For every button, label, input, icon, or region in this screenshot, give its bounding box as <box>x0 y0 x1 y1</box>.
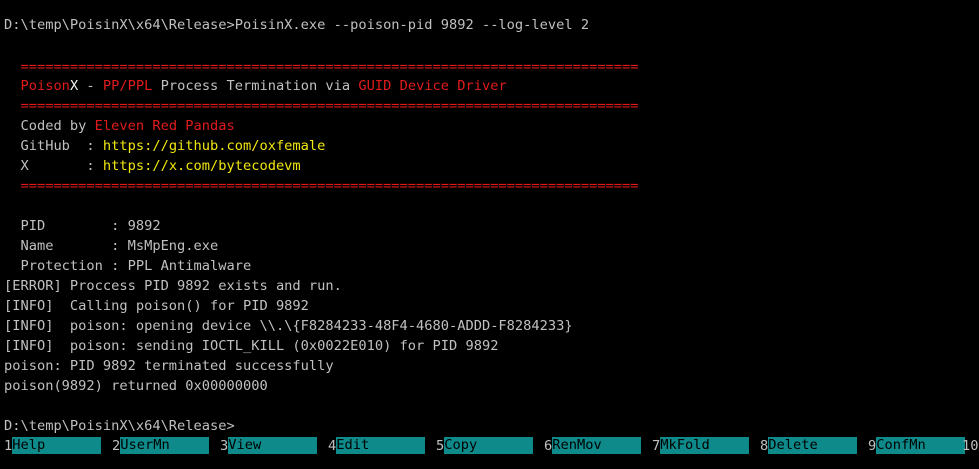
banner-rule-mid: ========================================… <box>4 98 639 114</box>
f9-confmn-key[interactable]: 9ConfMn <box>868 436 966 456</box>
x-line: X : https://x.com/bytecodevm <box>4 156 301 176</box>
f7-mkfold-key[interactable]: 7MkFold <box>652 436 750 456</box>
key-label: UserMn <box>120 437 210 454</box>
log-line: poison(9892) returned 0x00000000 <box>4 378 268 394</box>
banner-guid-driver: GUID Device Driver <box>358 78 507 94</box>
x-label: X : <box>4 158 103 174</box>
github-line: GitHub : https://github.com/oxfemale <box>4 136 325 156</box>
x-link: https://x.com/bytecodevm <box>102 158 301 174</box>
log-line: [INFO] Calling poison() for PID 9892 <box>4 298 309 314</box>
banner-middle: Process Termination via <box>152 78 359 94</box>
banner-name-poison: Poison <box>20 78 70 94</box>
log-line: [ERROR] Proccess PID 9892 exists and run… <box>4 278 342 294</box>
f10-key[interactable]: 10 <box>962 436 978 456</box>
key-label: MkFold <box>660 437 750 454</box>
banner-name-x: X <box>69 78 79 94</box>
pid-line: PID : 9892 <box>4 218 161 234</box>
key-label: RenMov <box>552 437 642 454</box>
log-line: [INFO] poison: opening device \\.\{F8284… <box>4 318 573 334</box>
protection-line: Protection : PPL Antimalware <box>4 258 252 274</box>
log-line: poison: PID 9892 terminated successfully <box>4 358 334 374</box>
banner-rule-top: ========================================… <box>4 59 639 75</box>
key-label: Edit <box>336 437 426 454</box>
command-prompt[interactable]: D:\temp\PoisinX\x64\Release> <box>4 416 235 436</box>
github-link: https://github.com/oxfemale <box>102 138 326 154</box>
key-label: ConfMn <box>876 437 966 454</box>
banner-rule-bottom: ========================================… <box>4 178 639 194</box>
process-name-line: Name : MsMpEng.exe <box>4 238 219 254</box>
banner-title: PoisonX - PP/PPL Process Termination via… <box>4 76 507 96</box>
key-label: Copy <box>444 437 534 454</box>
command-line: D:\temp\PoisinX\x64\Release>PoisinX.exe … <box>4 17 590 33</box>
f1-help-key[interactable]: 1Help <box>4 436 102 456</box>
f2-usermenu-key[interactable]: 2UserMn <box>112 436 210 456</box>
f8-delete-key[interactable]: 8Delete <box>760 436 858 456</box>
f6-renmov-key[interactable]: 6RenMov <box>544 436 642 456</box>
key-label: Help <box>12 437 102 454</box>
coded-by-line: Coded by Eleven Red Pandas <box>4 116 235 136</box>
key-label: Delete <box>768 437 858 454</box>
key-label: View <box>228 437 318 454</box>
f5-copy-key[interactable]: 5Copy <box>436 436 534 456</box>
github-label: GitHub : <box>4 138 103 154</box>
f4-edit-key[interactable]: 4Edit <box>328 436 426 456</box>
function-key-bar: 1Help 2UserMn 3View 4Edit 5Copy 6RenMov … <box>0 436 979 456</box>
banner-pp-ppl: PP/PPL <box>102 78 153 94</box>
log-line: [INFO] poison: sending IOCTL_KILL (0x002… <box>4 338 499 354</box>
coded-by-value: Eleven Red Pandas <box>94 118 235 134</box>
banner-dash: - <box>78 78 103 94</box>
f3-view-key[interactable]: 3View <box>220 436 318 456</box>
coded-by-label: Coded by <box>4 118 95 134</box>
